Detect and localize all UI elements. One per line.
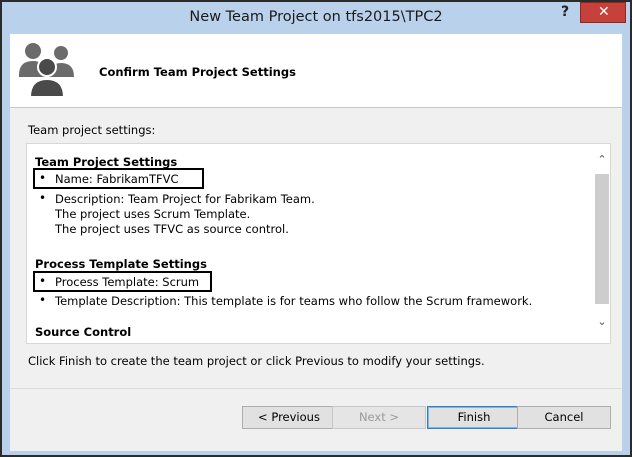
next-button[interactable]: Next >	[332, 406, 426, 429]
highlight-box-template	[33, 271, 212, 292]
help-icon: ?	[561, 4, 570, 20]
wizard-header: Confirm Team Project Settings	[10, 34, 622, 108]
scroll-down-icon[interactable]: ⌄	[594, 314, 610, 330]
description-line: The project uses Scrum Template.	[55, 207, 251, 221]
window-title: New Team Project on tfs2015\TPC2	[189, 9, 443, 25]
scroll-up-icon[interactable]: ⌃	[594, 152, 610, 168]
section-title-team-project: Team Project Settings	[35, 155, 178, 169]
footer-divider	[10, 388, 622, 389]
template-description: Template Description: This template is f…	[55, 294, 533, 308]
section-title-process-template: Process Template Settings	[35, 257, 207, 271]
bullet-icon: •	[39, 293, 47, 307]
scroll-thumb[interactable]	[595, 174, 609, 304]
title-bar[interactable]: New Team Project on tfs2015\TPC2 ? ✕	[2, 2, 630, 34]
close-button[interactable]: ✕	[580, 2, 626, 23]
cancel-button[interactable]: Cancel	[517, 406, 611, 429]
section-title-source-control: Source Control	[35, 325, 132, 339]
finish-button[interactable]: Finish	[427, 406, 521, 429]
wizard-window: New Team Project on tfs2015\TPC2 ? ✕ Con…	[0, 0, 632, 457]
help-button[interactable]: ?	[552, 2, 580, 23]
settings-intro-label: Team project settings:	[28, 123, 156, 137]
close-icon: ✕	[598, 4, 610, 20]
bullet-icon: •	[39, 191, 47, 205]
previous-button[interactable]: < Previous	[242, 406, 336, 429]
highlight-box-name	[33, 168, 204, 189]
description-line: The project uses TFVC as source control.	[55, 222, 289, 236]
description-line: Description: Team Project for Fabrikam T…	[55, 192, 315, 206]
page-title: Confirm Team Project Settings	[99, 65, 296, 79]
dialog-client: Confirm Team Project Settings Team proje…	[10, 34, 622, 451]
vertical-scrollbar[interactable]: ⌃ ⌄	[594, 144, 610, 343]
settings-summary-panel[interactable]: Team Project Settings • Name: FabrikamTF…	[26, 143, 611, 344]
team-users-icon	[19, 43, 74, 98]
settings-summary-content: Team Project Settings • Name: FabrikamTF…	[27, 144, 595, 343]
instruction-text: Click Finish to create the team project …	[28, 354, 485, 368]
